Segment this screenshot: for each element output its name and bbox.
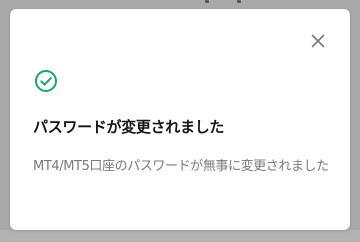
check-circle-icon bbox=[34, 69, 58, 93]
dialog-title: パスワードが変更されました bbox=[33, 118, 225, 136]
dialog-message: MT4/MT5口座のパスワードが無事に変更されました bbox=[33, 159, 329, 174]
background-page-mark bbox=[237, 0, 241, 3]
background-page-strip bbox=[0, 230, 360, 242]
background-page-mark bbox=[205, 0, 209, 3]
close-button[interactable] bbox=[308, 31, 328, 51]
close-icon bbox=[311, 34, 325, 48]
password-changed-dialog: パスワードが変更されました MT4/MT5口座のパスワードが無事に変更されました bbox=[10, 9, 350, 230]
